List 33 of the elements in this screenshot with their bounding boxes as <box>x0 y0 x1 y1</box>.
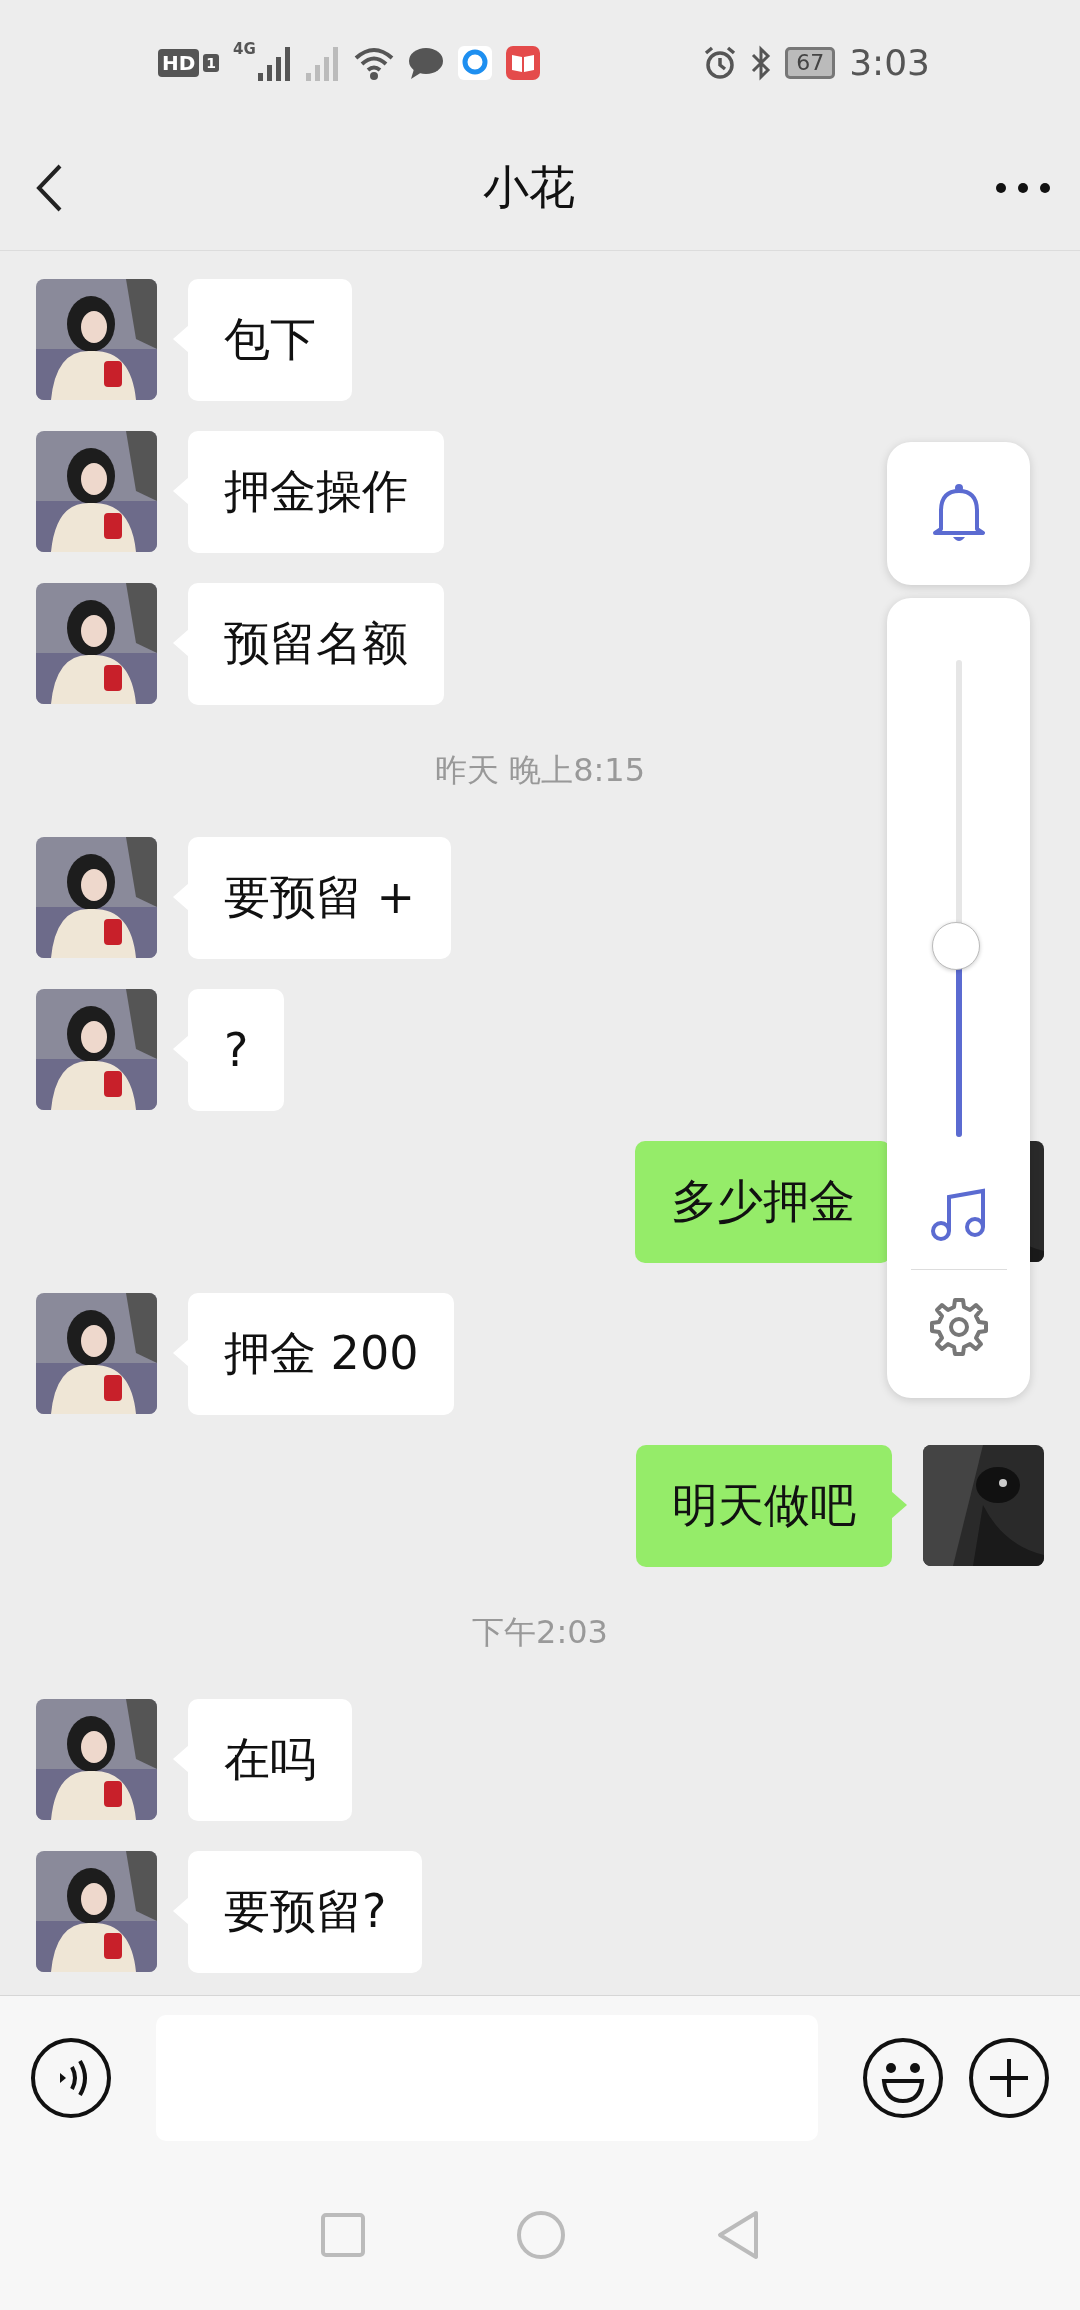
settings-icon[interactable] <box>927 1296 990 1358</box>
clock: 3:03 <box>849 42 930 83</box>
app-icon <box>457 45 492 80</box>
message-bubble: 明天做吧 <box>636 1445 892 1567</box>
message-bubble: 押金操作 <box>188 431 444 553</box>
message-bubble: 预留名额 <box>188 583 444 705</box>
message-bubble: ? <box>188 989 285 1111</box>
message-bubble: 包下 <box>188 279 352 401</box>
more-icon[interactable] <box>996 182 1050 193</box>
battery-indicator: 67 <box>785 46 836 79</box>
signal-icon <box>305 44 340 81</box>
bluetooth-icon <box>751 44 772 81</box>
emoji-icon[interactable] <box>862 2037 944 2119</box>
ringer-card[interactable] <box>887 442 1030 585</box>
message-bubble: 要预留 + <box>188 837 452 959</box>
message-bubble: 押金 200 <box>188 1293 455 1415</box>
timestamp: 昨天 晚上8:15 <box>435 750 645 791</box>
voice-icon[interactable] <box>30 2037 112 2119</box>
chat-title: 小花 <box>483 158 575 216</box>
message-bubble: 要预留? <box>188 1851 423 1973</box>
network-label: 4G <box>233 40 256 58</box>
wifi-icon <box>353 45 394 80</box>
book-icon <box>505 45 540 80</box>
slider-thumb[interactable] <box>931 922 980 971</box>
signal-icon <box>257 44 292 81</box>
chat-bubble-icon <box>407 46 444 79</box>
alarm-icon <box>703 45 738 80</box>
timestamp: 下午2:03 <box>472 1612 608 1653</box>
back-icon[interactable] <box>36 163 62 212</box>
sim-badge: 1 <box>203 53 220 72</box>
message-bubble: 在吗 <box>188 1699 352 1821</box>
plus-icon[interactable] <box>968 2037 1050 2119</box>
hd-badge: HD <box>158 48 200 77</box>
